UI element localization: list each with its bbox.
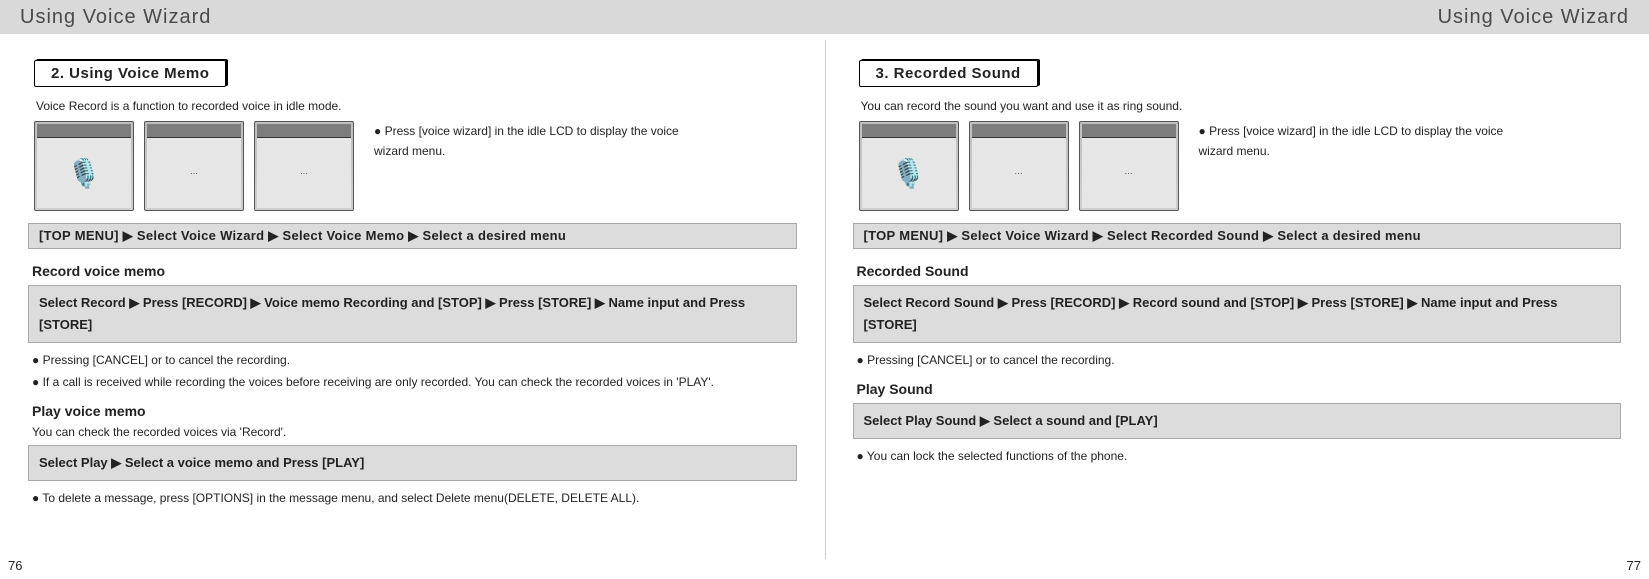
mic-icon: 🎙️ [37, 138, 131, 208]
subheading-recorded-sound: Recorded Sound [857, 263, 1622, 279]
section-title-recorded-sound: 3. Recorded Sound [859, 60, 1038, 87]
bullet-delete: To delete a message, press [OPTIONS] in … [32, 489, 797, 507]
instruction-record-sound: Select Record Sound ▶ Press [RECORD] ▶ R… [853, 285, 1622, 343]
nav-path: [TOP MENU] ▶ Select Voice Wizard ▶ Selec… [28, 223, 797, 249]
phone-menu: ··· [972, 138, 1066, 208]
bullet-cancel: Pressing [CANCEL] or to cancel the recor… [857, 351, 1622, 369]
mic-icon: 🎙️ [862, 138, 956, 208]
page-header-left: Using Voice Wizard [0, 0, 825, 34]
phone-shot: 🎙️ [34, 121, 134, 211]
phone-screenshots: 🎙️ ··· ··· ● Press [voice wizard] in the… [34, 121, 797, 211]
phone-shot: ··· [1079, 121, 1179, 211]
left-page: Using Voice Wizard 2. Using Voice Memo V… [0, 0, 825, 579]
subheading-play-voice-memo: Play voice memo [32, 403, 797, 419]
instruction-play-sound: Select Play Sound ▶ Select a sound and [… [853, 403, 1622, 439]
phone-menu: ··· [1082, 138, 1176, 208]
instruction-play: Select Play ▶ Select a voice memo and Pr… [28, 445, 797, 481]
bullet-cancel: Pressing [CANCEL] or to cancel the recor… [32, 351, 797, 369]
subheading-play-sound: Play Sound [857, 381, 1622, 397]
bullet-lock: You can lock the selected functions of t… [857, 447, 1622, 465]
bullet-call-received: If a call is received while recording th… [32, 373, 797, 391]
play-desc: You can check the recorded voices via 'R… [32, 425, 797, 439]
instruction-record: Select Record ▶ Press [RECORD] ▶ Voice m… [28, 285, 797, 343]
phone-shot: ··· [144, 121, 244, 211]
section-intro: You can record the sound you want and us… [861, 99, 1622, 113]
phone-menu: ··· [257, 138, 351, 208]
phone-shot: ··· [969, 121, 1069, 211]
phone-shot: 🎙️ [859, 121, 959, 211]
section-intro: Voice Record is a function to recorded v… [36, 99, 797, 113]
nav-path: [TOP MENU] ▶ Select Voice Wizard ▶ Selec… [853, 223, 1622, 249]
page-header-right: Using Voice Wizard [825, 0, 1649, 34]
page-number: 77 [1627, 558, 1641, 573]
page-number: 76 [8, 558, 22, 573]
phone-shot: ··· [254, 121, 354, 211]
section-title-voice-memo: 2. Using Voice Memo [34, 60, 226, 87]
subheading-record-voice-memo: Record voice memo [32, 263, 797, 279]
side-note: ● Press [voice wizard] in the idle LCD t… [1199, 121, 1519, 162]
phone-screenshots: 🎙️ ··· ··· ● Press [voice wizard] in the… [859, 121, 1622, 211]
phone-menu: ··· [147, 138, 241, 208]
right-page: Using Voice Wizard 3. Recorded Sound You… [825, 0, 1649, 579]
side-note: ● Press [voice wizard] in the idle LCD t… [374, 121, 694, 162]
